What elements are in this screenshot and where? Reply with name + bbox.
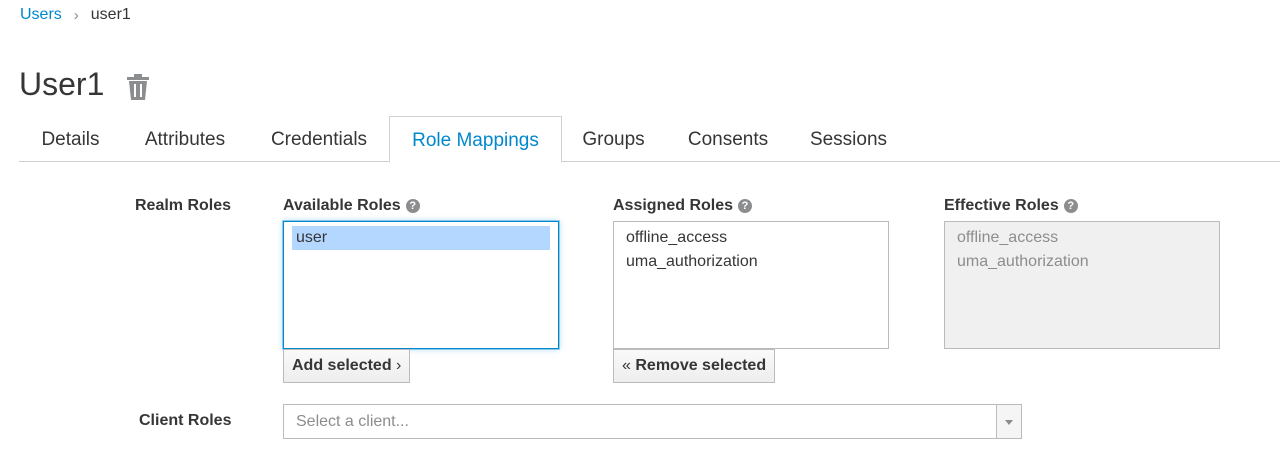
client-select-placeholder: Select a client... xyxy=(296,413,409,430)
tab-groups[interactable]: Groups xyxy=(562,116,665,162)
list-item: offline_access xyxy=(957,229,1059,246)
remove-selected-button[interactable]: « Remove selected xyxy=(613,349,776,383)
tab-role-mappings[interactable]: Role Mappings xyxy=(389,116,562,163)
help-icon[interactable]: ? xyxy=(1063,199,1078,213)
list-item[interactable]: user xyxy=(292,226,550,250)
effective-roles-label: Effective Roles xyxy=(944,197,1059,214)
dropdown-toggle[interactable] xyxy=(996,405,1021,438)
list-item: uma_authorization xyxy=(957,253,1089,270)
assigned-roles-heading: Assigned Roles ? xyxy=(613,197,753,215)
help-icon[interactable]: ? xyxy=(738,199,753,213)
double-chevron-left-icon: « xyxy=(622,357,631,374)
tab-attributes[interactable]: Attributes xyxy=(122,116,248,162)
available-roles-label: Available Roles xyxy=(283,197,401,214)
available-roles-heading: Available Roles ? xyxy=(283,197,420,215)
add-selected-label: Add selected xyxy=(292,357,392,374)
add-selected-button[interactable]: Add selected › xyxy=(283,349,411,383)
remove-selected-label: Remove selected xyxy=(635,357,767,374)
tab-credentials[interactable]: Credentials xyxy=(248,116,390,162)
effective-roles-listbox: offline_access uma_authorization xyxy=(944,221,1220,349)
help-icon[interactable]: ? xyxy=(405,199,420,213)
list-item[interactable]: uma_authorization xyxy=(622,250,880,274)
chevron-right-icon: › xyxy=(396,357,402,374)
client-roles-label: Client Roles xyxy=(139,412,232,429)
realm-roles-label: Realm Roles xyxy=(135,197,232,214)
trash-icon[interactable] xyxy=(126,74,150,100)
tab-details[interactable]: Details xyxy=(19,116,122,162)
list-item[interactable]: offline_access xyxy=(622,226,880,250)
tab-bar: Details Attributes Credentials Role Mapp… xyxy=(19,116,1280,163)
assigned-roles-listbox[interactable]: offline_access uma_authorization xyxy=(613,221,889,349)
tab-consents[interactable]: Consents xyxy=(665,116,791,162)
assigned-roles-label: Assigned Roles xyxy=(613,197,734,214)
breadcrumb-users-link[interactable]: Users xyxy=(20,6,62,24)
available-roles-listbox[interactable]: user xyxy=(283,221,559,349)
tab-sessions[interactable]: Sessions xyxy=(791,116,906,162)
effective-roles-heading: Effective Roles ? xyxy=(944,197,1078,215)
page-title: User1 xyxy=(19,66,105,102)
chevron-right-icon: › xyxy=(73,6,79,24)
caret-down-icon xyxy=(1005,420,1013,425)
client-select[interactable]: Select a client... xyxy=(283,404,1022,439)
breadcrumb-current: user1 xyxy=(90,6,131,23)
breadcrumb: Users › user1 xyxy=(20,6,131,24)
